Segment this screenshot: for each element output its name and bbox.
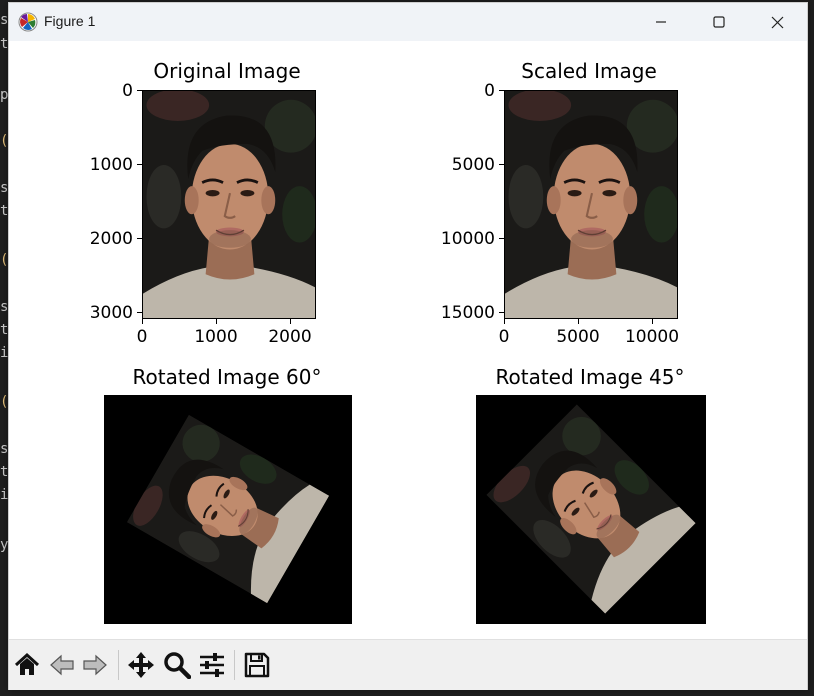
y-tick-label: 0 bbox=[122, 81, 133, 101]
subplot-title-original: Original Image bbox=[153, 59, 301, 83]
maximize-icon bbox=[713, 16, 725, 28]
minimize-icon bbox=[656, 21, 666, 23]
y-tick-label: 2000 bbox=[89, 229, 133, 249]
subplot-title-rotated-60: Rotated Image 60° bbox=[132, 365, 322, 389]
configure-subplots-icon bbox=[200, 653, 224, 677]
x-tick-mark bbox=[290, 319, 291, 324]
window-title: Figure 1 bbox=[44, 13, 96, 29]
y-tick-mark bbox=[137, 164, 142, 165]
close-button[interactable] bbox=[747, 3, 807, 41]
toolbar-separator bbox=[118, 650, 119, 680]
scaled-image bbox=[505, 91, 678, 319]
matplotlib-app-icon bbox=[18, 12, 38, 32]
y-tick-mark bbox=[137, 238, 142, 239]
x-tick-label: 1000 bbox=[194, 327, 238, 347]
close-icon bbox=[771, 16, 783, 28]
rotated-60-picture bbox=[104, 395, 352, 624]
original-image bbox=[143, 91, 316, 319]
x-tick-mark bbox=[142, 319, 143, 324]
y-tick-label: 0 bbox=[484, 81, 495, 101]
figure-canvas[interactable]: Original Image 0 1000 2000 3000 0 1000 2… bbox=[9, 41, 807, 639]
rotated-45-image[interactable] bbox=[476, 395, 706, 624]
pan-icon bbox=[128, 652, 154, 678]
x-tick-label: 2000 bbox=[268, 327, 312, 347]
back-button[interactable] bbox=[46, 649, 78, 681]
x-tick-mark bbox=[652, 319, 653, 324]
configure-subplots-button[interactable] bbox=[196, 649, 228, 681]
x-tick-mark bbox=[504, 319, 505, 324]
y-tick-label: 15000 bbox=[440, 303, 495, 323]
forward-button[interactable] bbox=[79, 649, 111, 681]
x-tick-mark bbox=[578, 319, 579, 324]
toolbar-separator bbox=[234, 650, 235, 680]
scaled-image-axes[interactable] bbox=[504, 90, 678, 319]
x-tick-label: 5000 bbox=[556, 327, 600, 347]
save-icon bbox=[244, 652, 270, 678]
x-tick-label: 0 bbox=[498, 327, 510, 347]
rotated-60-image[interactable] bbox=[104, 395, 352, 624]
maximize-button[interactable] bbox=[689, 3, 749, 41]
y-tick-mark bbox=[499, 312, 504, 313]
back-icon bbox=[50, 654, 74, 676]
home-icon bbox=[14, 652, 40, 675]
zoom-icon bbox=[164, 652, 191, 679]
rotated-45-picture bbox=[476, 395, 706, 624]
navigation-toolbar bbox=[9, 639, 807, 690]
y-tick-label: 3000 bbox=[89, 303, 133, 323]
figure-window: Figure 1 Original Image 0 1000 2000 3000… bbox=[8, 2, 808, 690]
pan-button[interactable] bbox=[125, 649, 157, 681]
subplot-title-rotated-45: Rotated Image 45° bbox=[495, 365, 685, 389]
y-tick-mark bbox=[499, 164, 504, 165]
original-image-axes[interactable] bbox=[142, 90, 316, 319]
forward-icon bbox=[83, 654, 107, 676]
y-tick-mark bbox=[137, 312, 142, 313]
minimize-button[interactable] bbox=[631, 3, 691, 41]
y-tick-label: 1000 bbox=[89, 155, 133, 175]
x-tick-mark bbox=[216, 319, 217, 324]
home-button[interactable] bbox=[11, 649, 43, 681]
zoom-button[interactable] bbox=[161, 649, 193, 681]
x-tick-label: 0 bbox=[136, 327, 148, 347]
y-tick-mark bbox=[499, 238, 504, 239]
save-button[interactable] bbox=[241, 649, 273, 681]
y-tick-mark bbox=[499, 90, 504, 91]
y-tick-label: 10000 bbox=[440, 229, 495, 249]
title-bar[interactable]: Figure 1 bbox=[9, 3, 807, 41]
subplot-title-scaled: Scaled Image bbox=[521, 59, 657, 83]
x-tick-label: 10000 bbox=[624, 327, 680, 347]
y-tick-label: 5000 bbox=[451, 155, 495, 175]
y-tick-mark bbox=[137, 90, 142, 91]
